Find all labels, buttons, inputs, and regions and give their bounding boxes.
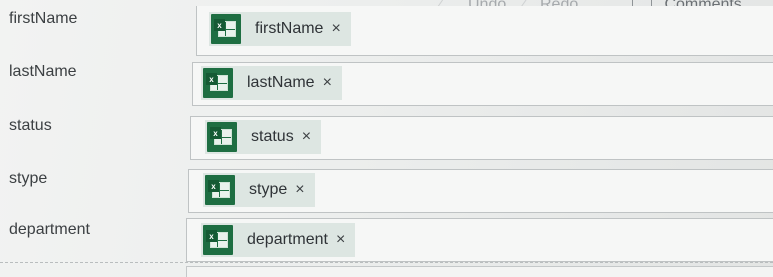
token-label: status [251,128,294,145]
remove-token-button[interactable]: × [295,181,304,199]
token-label: stype [249,181,288,198]
remove-token-button[interactable]: × [336,231,345,249]
excel-icon: x [203,68,233,98]
token-label: lastName [247,74,315,91]
remove-token-button[interactable]: × [302,128,311,146]
field-label: department [9,221,90,238]
section-divider [0,262,773,263]
field-token[interactable]: x status × [205,120,322,154]
mapping-input[interactable] [186,266,773,277]
field-token[interactable]: x lastName × [201,66,342,100]
mapping-input[interactable]: x status × [190,116,773,160]
excel-icon: x [203,225,233,255]
mapping-input[interactable]: x stype × [188,169,773,213]
field-label: firstName [9,10,78,27]
field-label: stype [9,170,48,187]
remove-token-button[interactable]: × [331,20,340,38]
field-row-status: status x status × [0,112,773,162]
remove-token-button[interactable]: × [323,74,332,92]
field-token[interactable]: x stype × [203,173,315,207]
token-label: department [247,231,328,248]
field-label: lastName [9,63,77,80]
field-row-department: department x department × [0,216,773,266]
excel-icon: x [205,175,235,205]
field-token[interactable]: x department × [201,223,356,257]
field-row-lastname: lastName x lastName × [0,58,773,108]
field-row-firstname: firstName x firstName × [0,6,773,56]
field-token[interactable]: x firstName × [209,12,351,46]
field-row-stype: stype x stype × [0,165,773,215]
mapping-input[interactable]: x firstName × [196,6,773,56]
excel-icon: x [211,14,241,44]
mapping-input[interactable]: x department × [186,218,773,262]
excel-icon: x [207,122,237,152]
mapping-input[interactable]: x lastName × [192,62,773,106]
token-label: firstName [255,20,324,37]
field-label: status [9,117,52,134]
